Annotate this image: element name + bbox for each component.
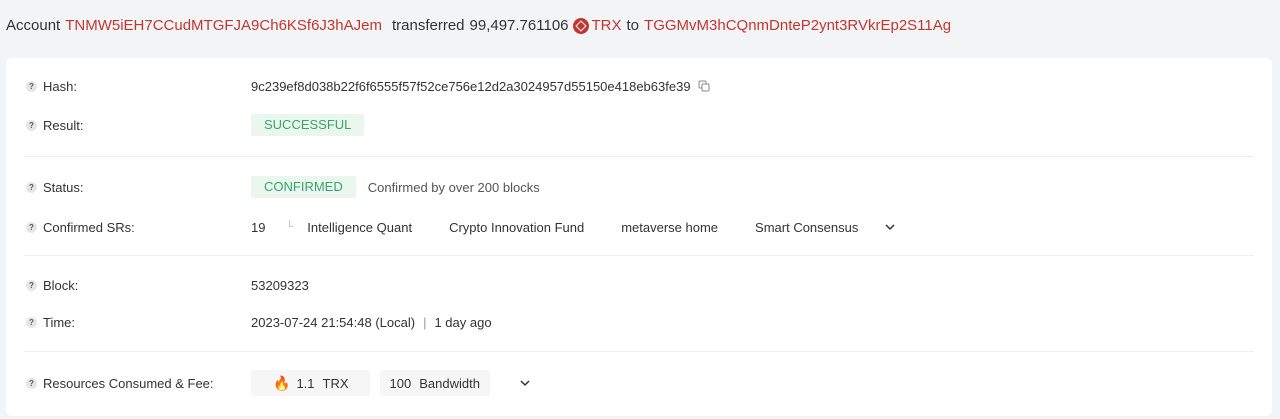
- confirmed-srs-row: ? Confirmed SRs: 19 └ Intelligence Quant…: [6, 216, 1272, 238]
- sr-name[interactable]: Crypto Innovation Fund: [449, 220, 584, 235]
- trx-logo-icon: [572, 17, 589, 34]
- status-badge: CONFIRMED: [251, 176, 356, 198]
- divider: [24, 351, 1254, 352]
- sr-name[interactable]: Smart Consensus: [755, 220, 858, 235]
- hash-label: Hash:: [43, 78, 77, 94]
- fee-label: Resources Consumed & Fee:: [43, 375, 214, 391]
- block-number-link[interactable]: 53209323: [251, 278, 309, 293]
- from-address-link[interactable]: TNMW5iEH7CCudMTGFJA9Ch6KSf6J3hAJem: [65, 17, 382, 34]
- summary-to: to: [626, 17, 640, 34]
- fee-box: 🔥 1.1 TRX: [251, 370, 370, 396]
- sr-name[interactable]: metaverse home: [621, 220, 718, 235]
- bandwidth-box: 100 Bandwidth: [379, 370, 490, 396]
- result-label: Result:: [43, 117, 84, 133]
- time-value: 2023-07-24 21:54:48 (Local): [251, 314, 416, 330]
- bandwidth-amount: 100: [389, 375, 412, 391]
- to-address-link[interactable]: TGGMvM3hCQnmDnteP2ynt3RVkrEp2S11Ag: [644, 17, 951, 34]
- status-row: ? Status: CONFIRMED Confirmed by over 20…: [6, 176, 1272, 198]
- srs-count: 19: [251, 219, 266, 235]
- hash-row: ? Hash: 9c239ef8d038b22f6f6555f57f52ce75…: [6, 75, 1272, 97]
- result-row: ? Result: SUCCESSFUL: [6, 114, 1272, 136]
- hash-value: 9c239ef8d038b22f6f6555f57f52ce756e12d2a3…: [251, 78, 691, 94]
- copy-icon[interactable]: [698, 80, 710, 92]
- question-icon[interactable]: ?: [26, 119, 37, 131]
- time-row: ? Time: 2023-07-24 21:54:48 (Local) | 1 …: [6, 311, 1272, 333]
- question-icon[interactable]: ?: [26, 181, 37, 193]
- time-separator: |: [423, 314, 427, 330]
- time-label: Time:: [43, 314, 76, 330]
- fire-icon: 🔥: [273, 374, 291, 391]
- transaction-details-card: ? Hash: 9c239ef8d038b22f6f6555f57f52ce75…: [6, 58, 1272, 416]
- summary-prefix: Account: [6, 17, 61, 34]
- question-icon[interactable]: ?: [26, 279, 37, 291]
- bandwidth-label: Bandwidth: [419, 375, 480, 391]
- chevron-down-icon[interactable]: [884, 221, 896, 233]
- result-badge: SUCCESSFUL: [251, 114, 365, 136]
- divider: [24, 255, 1254, 256]
- resources-row: ? Resources Consumed & Fee: 🔥 1.1 TRX 10…: [6, 370, 1272, 396]
- tree-branch-icon: └: [285, 221, 294, 233]
- chevron-down-icon[interactable]: [519, 377, 531, 389]
- time-ago: 1 day ago: [434, 314, 492, 330]
- sr-name[interactable]: Intelligence Quant: [307, 220, 412, 235]
- token-link[interactable]: TRX: [592, 17, 622, 34]
- fee-token: TRX: [322, 375, 349, 391]
- transfer-amount: 99,497.761106: [469, 17, 569, 34]
- summary-verb: transferred: [391, 17, 465, 34]
- question-icon[interactable]: ?: [26, 80, 37, 92]
- srs-label: Confirmed SRs:: [43, 219, 135, 235]
- question-icon[interactable]: ?: [26, 316, 37, 328]
- status-label: Status:: [43, 179, 84, 195]
- question-icon[interactable]: ?: [26, 221, 37, 233]
- question-icon[interactable]: ?: [26, 377, 37, 389]
- status-note: Confirmed by over 200 blocks: [367, 179, 540, 195]
- transfer-summary: Account TNMW5iEH7CCudMTGFJA9Ch6KSf6J3hAJ…: [6, 17, 951, 34]
- block-row: ? Block: 53209323: [6, 274, 1272, 296]
- block-label: Block:: [43, 277, 79, 293]
- fee-amount: 1.1: [296, 375, 315, 391]
- divider: [24, 156, 1254, 157]
